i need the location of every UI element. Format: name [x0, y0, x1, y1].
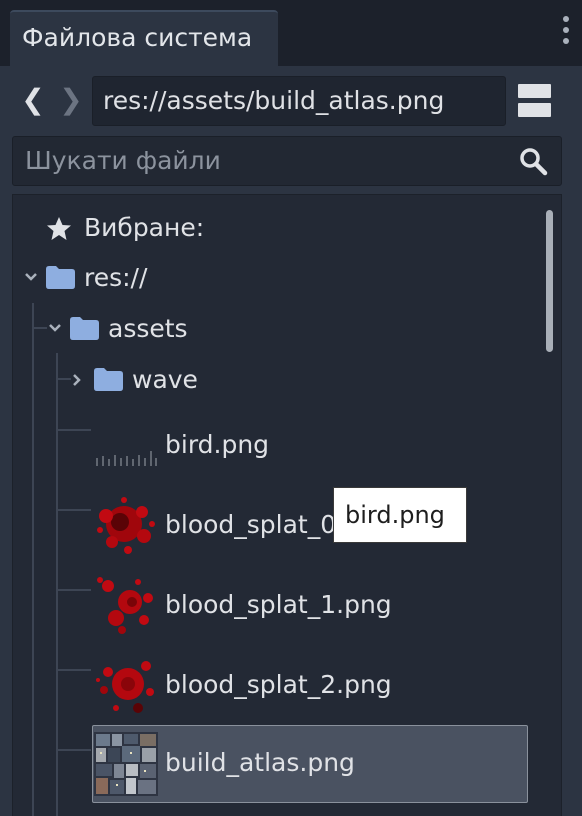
assets-label: assets: [108, 314, 188, 343]
file-name: build_atlas.png: [165, 748, 355, 777]
tree-guide: [57, 429, 91, 431]
file-item[interactable]: blood_splat_1.png: [92, 574, 528, 638]
chevron-left-icon[interactable]: ❮: [20, 84, 46, 116]
tree-guide: [57, 669, 91, 671]
path-input[interactable]: res://assets/build_atlas.png: [92, 76, 506, 126]
chevron-right-icon[interactable]: ❯: [58, 84, 84, 116]
wave-label: wave: [132, 365, 198, 394]
folder-icon: [94, 368, 123, 391]
chevron-down-icon: [25, 273, 37, 281]
tree-guide: [32, 303, 34, 816]
file-name: blood_splat_1.png: [165, 590, 392, 619]
search-icon: [520, 148, 548, 176]
chevron-right-icon: [73, 374, 81, 386]
file-item[interactable]: blood_splat_2.png: [92, 654, 528, 718]
tree-scrollbar[interactable]: [546, 210, 553, 352]
tree-guide: [57, 589, 91, 591]
res-root-label: res://: [84, 263, 148, 292]
vertical-dots-icon[interactable]: [556, 16, 576, 56]
tab-filesystem[interactable]: Файлова система: [10, 10, 278, 66]
bird-thumbnail: [94, 414, 158, 478]
tree-item-res-root[interactable]: res://: [20, 258, 540, 298]
blood-splat-thumbnail: [94, 654, 158, 718]
tree-guide: [56, 353, 58, 816]
favorites-label: Вибране:: [84, 213, 205, 242]
atlas-thumbnail: [94, 732, 158, 796]
tree-guide: [57, 749, 91, 751]
file-item[interactable]: bird.png: [92, 414, 528, 478]
file-item-selected[interactable]: build_atlas.png: [92, 732, 528, 796]
folder-icon: [70, 317, 99, 340]
file-name: bird.png: [165, 430, 270, 459]
split-layout-icon[interactable]: [518, 84, 551, 118]
tree-guide: [57, 509, 91, 511]
star-icon: [47, 217, 71, 240]
dock-tab-bar: Файлова система: [0, 0, 582, 66]
blood-splat-thumbnail: [94, 574, 158, 638]
tree-item-assets[interactable]: assets: [44, 309, 540, 349]
blood-splat-thumbnail: [94, 494, 158, 558]
tab-label: Файлова система: [22, 23, 253, 52]
search-input[interactable]: Шукати файли: [12, 136, 562, 186]
tree-item-wave[interactable]: wave: [68, 360, 540, 400]
tooltip: bird.png: [333, 487, 467, 543]
chevron-down-icon: [49, 324, 61, 332]
search-placeholder: Шукати файли: [25, 146, 221, 175]
folder-icon: [46, 266, 75, 289]
file-name: blood_splat_2.png: [165, 670, 392, 699]
tree-item-favorites[interactable]: Вибране:: [40, 208, 540, 248]
